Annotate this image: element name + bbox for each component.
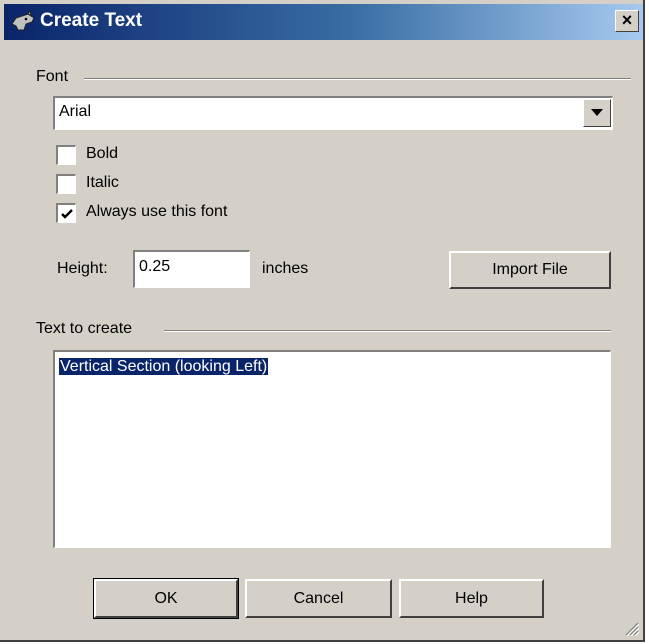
resize-grip-icon[interactable]: [623, 620, 639, 636]
height-label: Height:: [57, 260, 108, 277]
cancel-button[interactable]: Cancel: [245, 579, 392, 618]
bold-label: Bold: [86, 145, 119, 162]
rhino-app-icon: [10, 9, 36, 34]
height-unit: inches: [262, 260, 309, 277]
bold-checkbox[interactable]: [56, 145, 76, 165]
dialog-title: Create Text: [40, 10, 143, 31]
chevron-down-icon: [591, 109, 603, 116]
font-dropdown-button[interactable]: [583, 99, 611, 127]
height-input[interactable]: 0.25: [133, 250, 250, 288]
help-button[interactable]: Help: [399, 579, 544, 618]
text-group-divider: [164, 330, 611, 332]
close-button[interactable]: ×: [615, 10, 639, 32]
font-group-label: Font: [36, 68, 75, 86]
text-to-create-area[interactable]: Vertical Section (looking Left): [53, 350, 611, 548]
ok-button[interactable]: OK: [93, 578, 239, 619]
italic-label: Italic: [86, 174, 119, 191]
font-select[interactable]: Arial: [53, 96, 613, 130]
import-file-button[interactable]: Import File: [449, 251, 611, 289]
italic-checkbox[interactable]: [56, 174, 76, 194]
create-text-dialog: Create Text × Font Arial Bold Italic Alw…: [0, 0, 645, 642]
checkmark-icon: [61, 209, 73, 219]
selected-text: Vertical Section (looking Left): [59, 358, 269, 375]
font-select-value: Arial: [59, 103, 92, 120]
font-group-divider: [84, 78, 631, 80]
always-use-font-checkbox[interactable]: [56, 203, 76, 223]
text-group-label: Text to create: [36, 320, 139, 338]
title-bar[interactable]: Create Text ×: [4, 4, 643, 40]
close-icon: ×: [621, 10, 633, 30]
always-use-font-label: Always use this font: [86, 203, 228, 220]
